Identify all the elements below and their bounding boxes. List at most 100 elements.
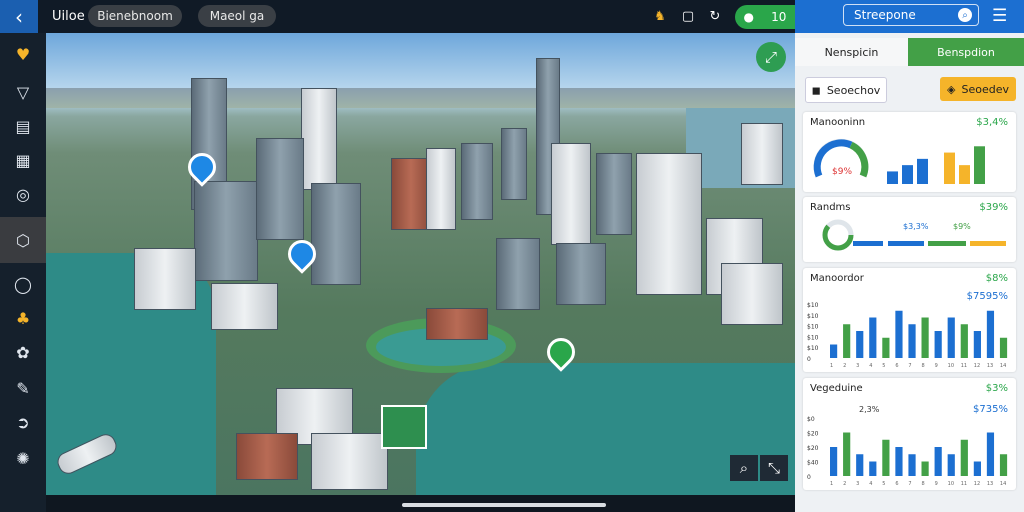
chart-bar xyxy=(986,310,995,358)
back-button[interactable]: ‹ xyxy=(0,0,38,33)
x-tick-label: 9 xyxy=(935,481,938,486)
chart-bar xyxy=(902,165,913,184)
city-map[interactable]: ⌕ ⤡ xyxy=(46,33,795,495)
layers-icon[interactable]: ▤ xyxy=(6,111,40,141)
chart-bar xyxy=(882,439,890,476)
y-tick-label: $0 xyxy=(807,416,815,423)
sky xyxy=(46,33,795,93)
chart-bar xyxy=(921,461,929,476)
x-tick-label: 7 xyxy=(908,481,911,486)
document-icon[interactable]: ▦ xyxy=(6,145,40,175)
chart-bar xyxy=(960,439,968,476)
chart-bar xyxy=(973,331,981,358)
action-button[interactable]: ◈ Seoedev xyxy=(940,77,1016,101)
stats-card[interactable]: Manoordor $8% $7595% $10 $10 $10 $10 $10 0 1 2 3… xyxy=(803,268,1016,372)
progress-bar xyxy=(888,241,924,246)
y-tick-label: 0 xyxy=(807,356,811,363)
chart-bar xyxy=(917,158,928,184)
chart-bar xyxy=(934,331,942,358)
chart-bar xyxy=(895,447,903,476)
location-pill[interactable]: Bienebnoom xyxy=(88,5,182,27)
expand-button[interactable]: ⤢ xyxy=(756,42,786,72)
chart-bar xyxy=(843,432,851,476)
y-tick-label: $10 xyxy=(807,302,819,309)
x-tick-label: 7 xyxy=(908,363,911,368)
sub-value: $3,3% xyxy=(903,222,929,231)
route-icon[interactable]: ✎ xyxy=(6,373,40,403)
expand-icon: ⤢ xyxy=(764,48,777,66)
tower xyxy=(311,183,361,285)
progress-bar xyxy=(928,241,966,246)
mode-pill[interactable]: Maeol ga xyxy=(198,5,276,27)
tab-second[interactable]: Benspdion xyxy=(908,38,1024,66)
horizon-hills xyxy=(46,88,795,108)
panel-header: Streepone ⌕ ☰ xyxy=(795,0,1024,33)
chart-bar xyxy=(887,171,898,184)
filter-button-label: Seoechov xyxy=(826,83,881,97)
search-icon[interactable]: ⌕ xyxy=(958,8,972,22)
x-tick-label: 11 xyxy=(961,363,967,368)
chart-bar xyxy=(921,317,929,358)
card-title: Manooninn xyxy=(810,117,866,128)
search-icon[interactable]: ⌕ xyxy=(730,455,758,481)
y-tick-label: $10 xyxy=(807,334,819,341)
filter-button[interactable]: ◼ Seoechov xyxy=(805,77,887,103)
status-pill[interactable]: ● 10 xyxy=(735,5,795,29)
pin-icon[interactable]: ◯ xyxy=(6,269,40,299)
y-tick-label: $20 xyxy=(807,445,819,452)
square-icon[interactable]: ▢ xyxy=(678,6,698,26)
chart-bar xyxy=(895,310,903,358)
bell-icon[interactable]: ♞ xyxy=(650,6,670,26)
x-tick-label: 10 xyxy=(948,363,954,368)
y-tick-label: $20 xyxy=(807,431,819,438)
mini-bar-chart xyxy=(887,146,985,184)
chart-bar xyxy=(869,461,877,476)
card-value: $3% xyxy=(985,383,1008,394)
card-title: Manoordor xyxy=(810,273,864,284)
x-tick-label: 4 xyxy=(869,363,872,368)
chart-bar xyxy=(830,344,838,358)
home-indicator[interactable] xyxy=(402,503,606,507)
fullscreen-icon[interactable]: ⤡ xyxy=(760,455,788,481)
stats-card[interactable]: Vegeduine $3% $735% 2,3% $0 $20 $20 $40 0 1 2 3… xyxy=(803,378,1016,490)
ring-chart xyxy=(822,219,854,251)
globe-icon[interactable]: ✺ xyxy=(6,443,40,473)
y-tick-label: $10 xyxy=(807,324,819,331)
search-input[interactable]: Streepone ⌕ xyxy=(843,4,979,26)
favorite-icon[interactable]: ♥ xyxy=(6,39,40,69)
share-icon[interactable]: ➲ xyxy=(6,407,40,437)
chart-bar xyxy=(856,331,864,358)
y-tick-label: $10 xyxy=(807,345,819,352)
tower xyxy=(134,248,196,310)
refresh-icon[interactable]: ↻ xyxy=(705,6,725,26)
alert-icon[interactable]: ♣ xyxy=(6,303,40,333)
tower xyxy=(556,243,606,305)
chevron-left-icon: ‹ xyxy=(15,4,23,29)
chart-bar xyxy=(986,432,995,476)
card-value-secondary: $7595% xyxy=(966,291,1008,302)
map-tool-icon[interactable]: ⬡ xyxy=(0,217,46,263)
camera-icon[interactable]: ◎ xyxy=(6,179,40,209)
chart-bar xyxy=(869,317,877,358)
x-tick-label: 2 xyxy=(843,363,846,368)
stats-card[interactable]: Manooninn $3,4% $9% xyxy=(803,112,1016,192)
sub-value: $9% xyxy=(953,222,971,231)
chart-bar xyxy=(999,337,1008,358)
card-value: $3,4% xyxy=(976,117,1008,128)
x-tick-label: 1 xyxy=(830,363,833,368)
x-tick-label: 9 xyxy=(935,363,938,368)
tab-first[interactable]: Nenspicin xyxy=(795,38,908,66)
card-value: $8% xyxy=(985,273,1008,284)
x-tick-label: 10 xyxy=(948,481,954,486)
tower xyxy=(551,143,591,245)
gauge-label: $9% xyxy=(832,167,853,177)
status-value: 10 xyxy=(771,10,787,24)
menu-icon[interactable]: ☰ xyxy=(992,6,1007,26)
chart-bar xyxy=(843,324,851,358)
chat-icon[interactable]: ▽ xyxy=(6,77,40,107)
settings-icon[interactable]: ✿ xyxy=(6,337,40,367)
x-tick-label: 12 xyxy=(974,481,980,486)
stats-card[interactable]: Randms $39% $3,3% $9% xyxy=(803,197,1016,262)
x-tick-label: 13 xyxy=(987,363,993,368)
bar-chart: $10$10$10$10$1001 2 3 4 5 6 7 8 9 10 11 12 13 14 xyxy=(807,302,1008,368)
